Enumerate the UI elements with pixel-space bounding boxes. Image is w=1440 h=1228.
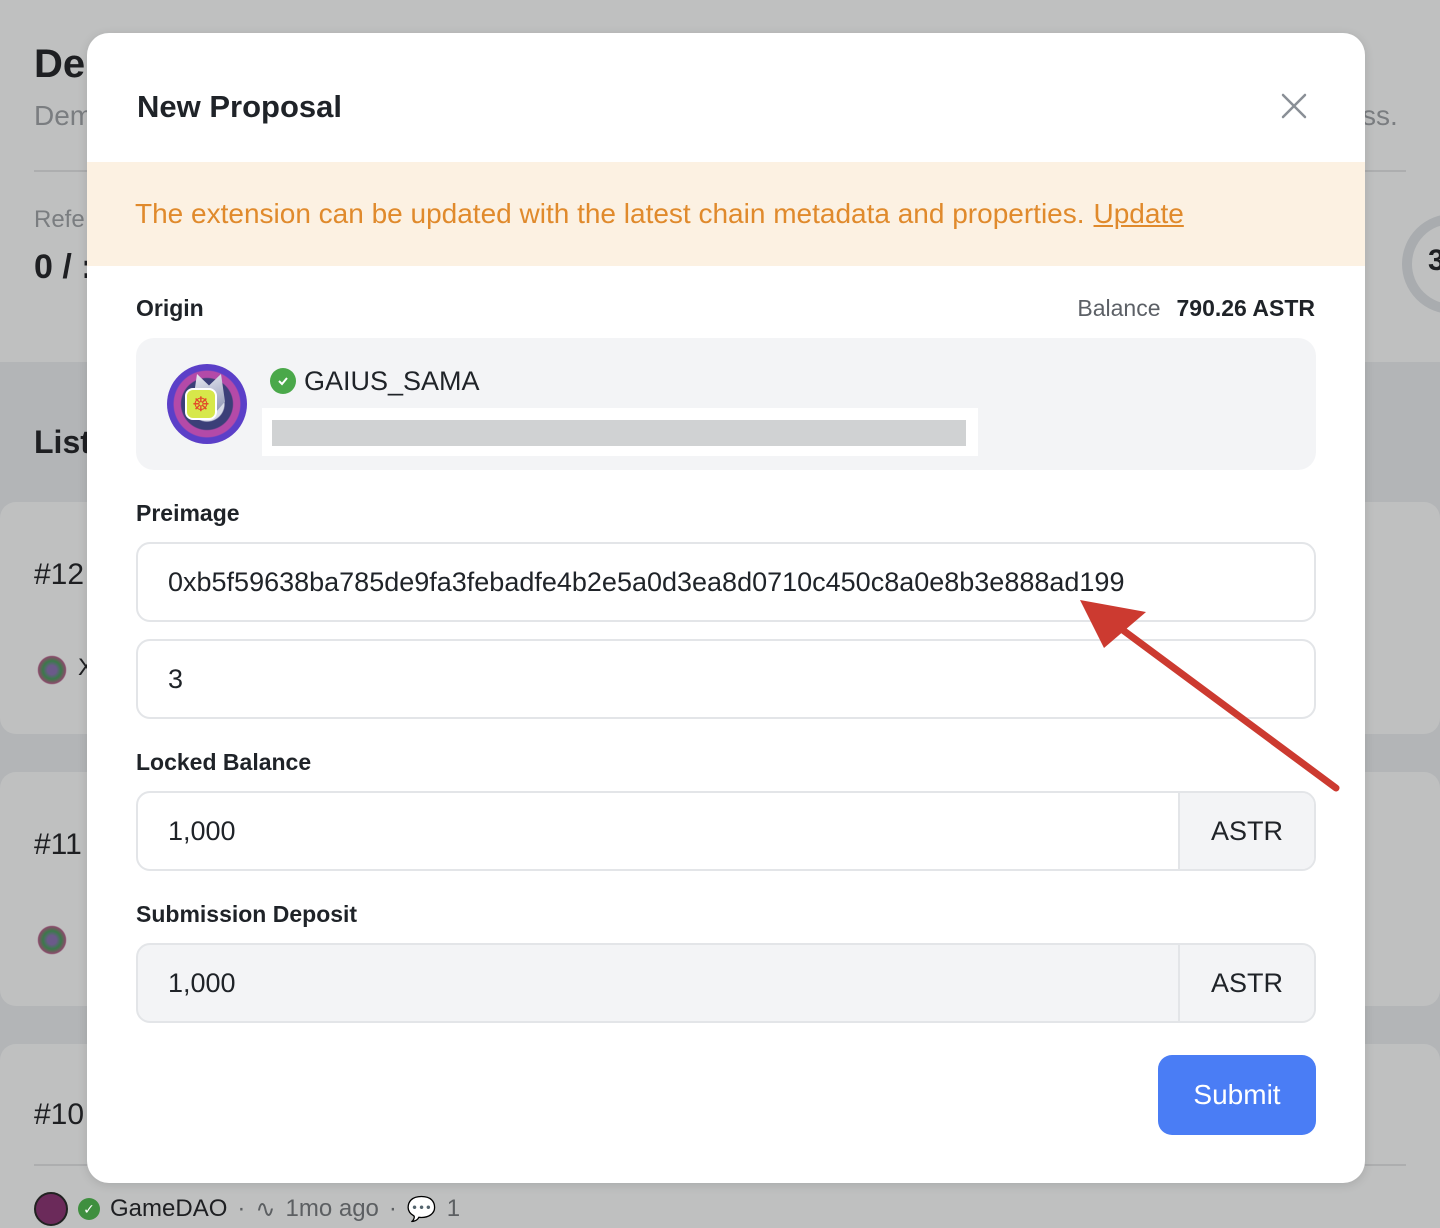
close-icon bbox=[1281, 93, 1307, 119]
balance-value: 790.26 ASTR bbox=[1176, 295, 1316, 321]
separator-dot: · bbox=[237, 1195, 246, 1222]
preimage-hash-value: 0xb5f59638ba785de9fa3febadfe4b2e5a0d3ea8… bbox=[168, 566, 1125, 597]
preimage-label: Preimage bbox=[136, 500, 240, 526]
comment-icon: 💬 bbox=[406, 1195, 437, 1223]
submission-deposit-unit: ASTR bbox=[1178, 945, 1314, 1021]
submit-button[interactable]: Submit bbox=[1158, 1055, 1316, 1135]
preimage-hash-input[interactable]: 0xb5f59638ba785de9fa3febadfe4b2e5a0d3ea8… bbox=[136, 542, 1316, 622]
locked-balance-label: Locked Balance bbox=[136, 749, 312, 775]
update-link[interactable]: Update bbox=[1094, 198, 1184, 230]
modal-title: New Proposal bbox=[137, 89, 342, 124]
preimage-length-value: 3 bbox=[168, 663, 184, 694]
stat-label: Refe bbox=[34, 206, 85, 233]
page-description: Dem bbox=[34, 100, 94, 131]
locked-balance-value: 1,000 bbox=[168, 815, 236, 846]
submission-deposit-value: 1,000 bbox=[168, 967, 236, 998]
locked-balance-input[interactable]: 1,000 ASTR bbox=[136, 791, 1316, 871]
polkadot-icon bbox=[36, 654, 68, 686]
separator-dot: · bbox=[388, 1195, 397, 1222]
preimage-length-input[interactable]: 3 bbox=[136, 639, 1316, 719]
close-button[interactable] bbox=[1279, 91, 1309, 121]
origin-label: Origin bbox=[136, 295, 204, 321]
polkadot-icon bbox=[36, 924, 68, 956]
org-name: GameDAO bbox=[110, 1195, 228, 1222]
page-description-tail: ss. bbox=[1362, 100, 1398, 131]
stat-value: 0 / : bbox=[34, 248, 93, 286]
submission-deposit-label: Submission Deposit bbox=[136, 901, 358, 927]
account-name: GAIUS_SAMA bbox=[304, 366, 480, 396]
comment-count: 1 bbox=[446, 1195, 461, 1222]
balance-label: Balance bbox=[1077, 295, 1161, 321]
referendum-number: #12 bbox=[34, 558, 85, 591]
verified-icon: ✓ bbox=[78, 1198, 100, 1220]
verified-check-icon bbox=[270, 368, 296, 394]
gamedao-avatar bbox=[34, 1192, 68, 1226]
page-title: De bbox=[34, 42, 86, 86]
progress-ring-value: 3 bbox=[1428, 244, 1440, 277]
submission-deposit-field: 1,000 ASTR bbox=[136, 943, 1316, 1023]
banner-text: The extension can be updated with the la… bbox=[135, 198, 1085, 229]
time-ago: 1mo ago bbox=[285, 1195, 379, 1222]
referendum-number: #10 bbox=[34, 1098, 85, 1131]
new-proposal-modal: New Proposal The extension can be update… bbox=[87, 33, 1365, 1183]
hamsa-badge-icon: ☸ bbox=[185, 388, 217, 420]
redacted-address-bar bbox=[272, 420, 966, 446]
referendum-footer: ✓ GameDAO · ∿ 1mo ago · 💬 1 bbox=[34, 1192, 460, 1226]
balance-display: Balance 790.26 ASTR bbox=[1077, 295, 1315, 322]
activity-icon: ∿ bbox=[255, 1195, 276, 1223]
account-address-redacted bbox=[262, 408, 978, 456]
referendum-number: #11 bbox=[34, 828, 82, 861]
origin-account-selector[interactable]: ☸ GAIUS_SAMA bbox=[136, 338, 1316, 470]
list-title: List bbox=[34, 424, 91, 460]
metadata-update-banner: The extension can be updated with the la… bbox=[87, 162, 1365, 266]
locked-balance-unit: ASTR bbox=[1178, 793, 1314, 869]
